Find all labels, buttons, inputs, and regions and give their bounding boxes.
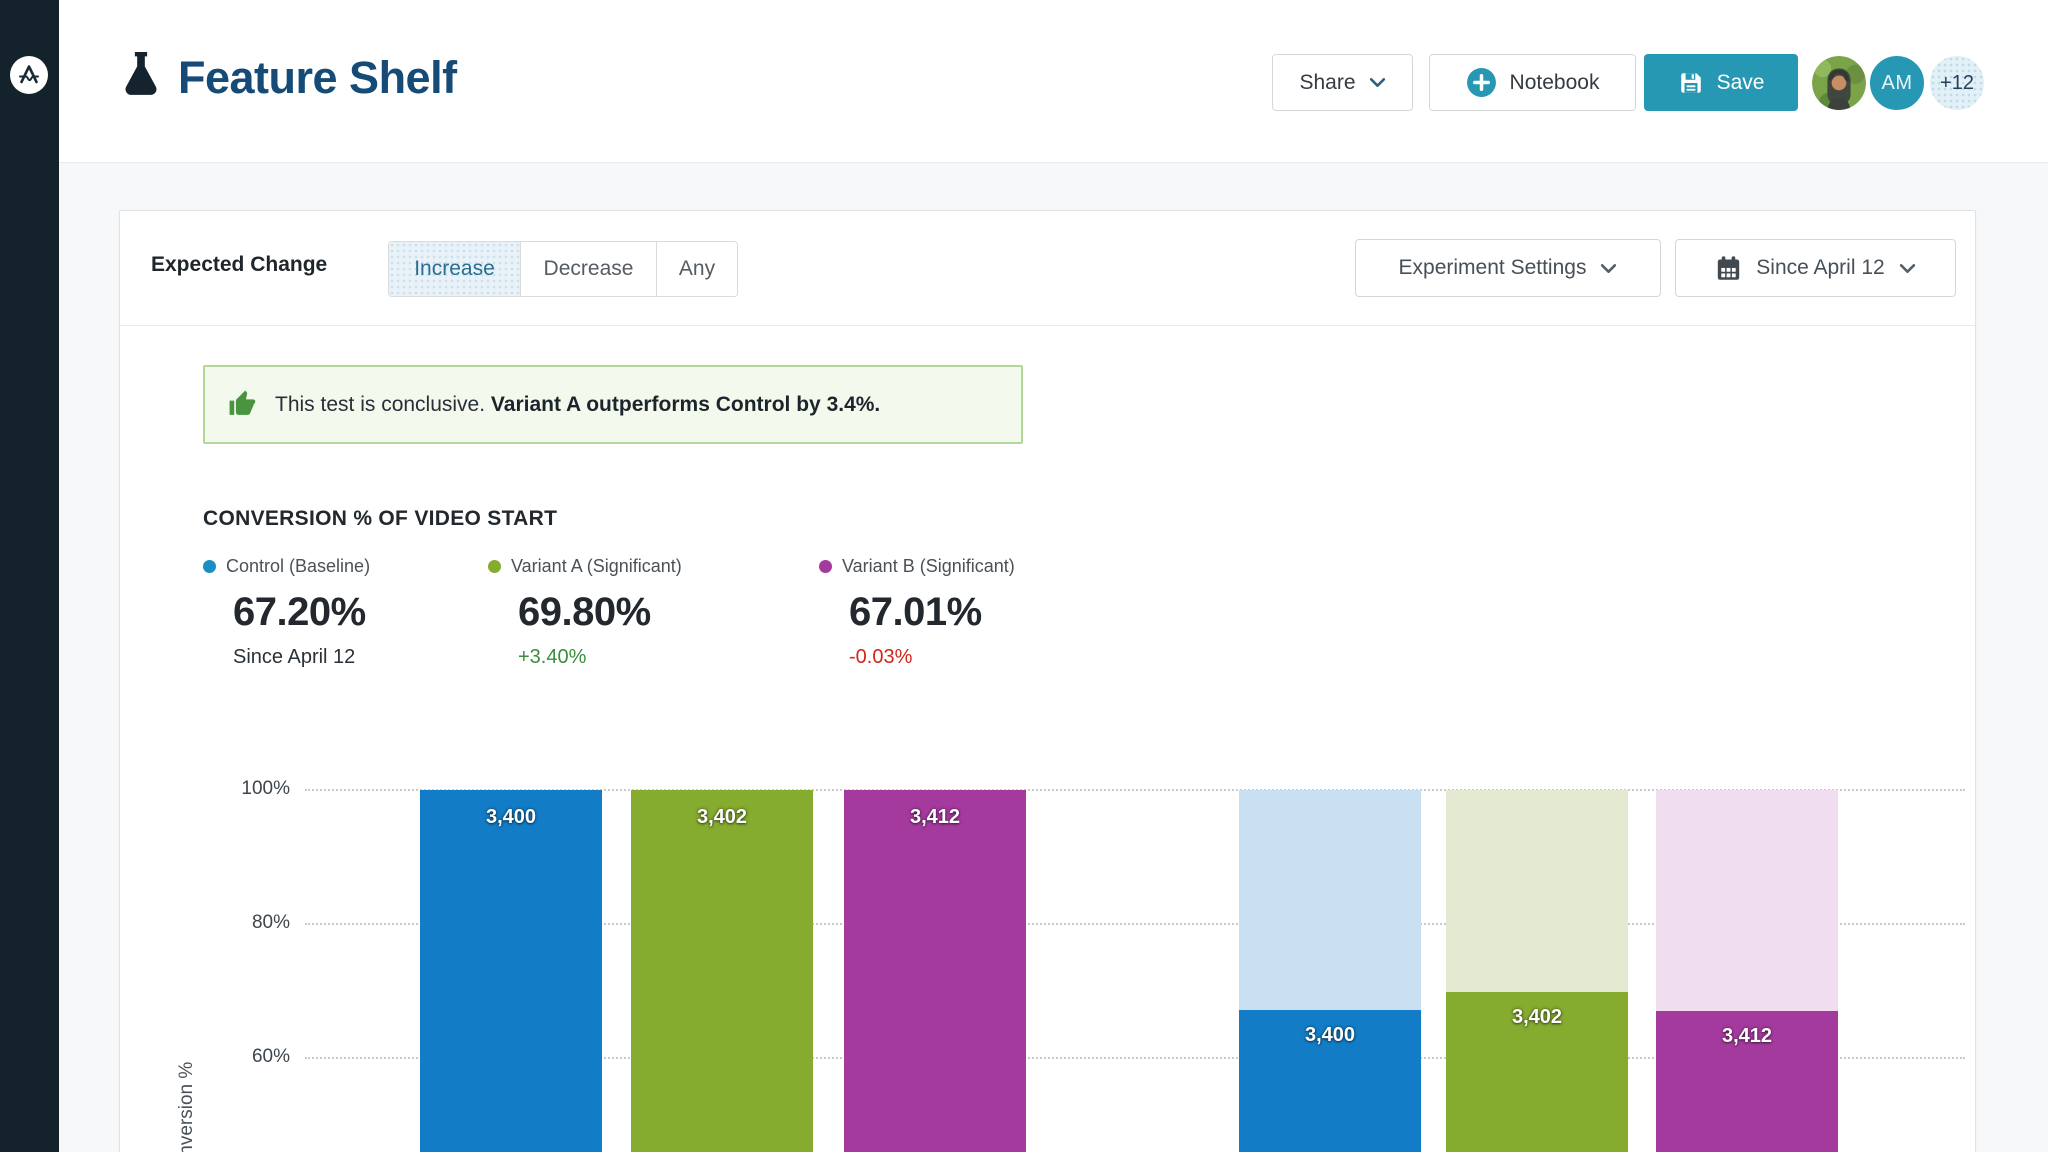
share-button[interactable]: Share — [1272, 54, 1413, 111]
bar-value-label: 3,400 — [420, 806, 602, 829]
user-avatar-initials[interactable]: AM — [1868, 54, 1926, 112]
plus-circle-icon — [1466, 67, 1497, 98]
notebook-button-label: Notebook — [1510, 71, 1600, 95]
chevron-down-icon — [1600, 263, 1617, 274]
bar-value-label: 3,412 — [844, 806, 1026, 829]
amplitude-logo-icon[interactable] — [9, 55, 49, 95]
sidebar — [0, 0, 59, 1152]
share-button-label: Share — [1299, 71, 1355, 95]
date-range-dropdown[interactable]: Since April 12 — [1675, 239, 1956, 297]
legend-item-control[interactable]: Control (Baseline) — [203, 556, 483, 577]
legend-dot-variant-b-icon — [819, 560, 832, 573]
stat-column-variant-a: Variant A (Significant) 69.80% +3.40% — [488, 556, 768, 669]
flask-icon — [118, 50, 164, 105]
legend-label: Variant B (Significant) — [842, 556, 1015, 577]
bar-conversion-variant-b[interactable]: 3,412 — [1656, 790, 1838, 1152]
bar-total-variant-a[interactable]: 3,402 — [631, 790, 813, 1152]
thumbs-up-icon — [227, 389, 258, 420]
legend-label: Control (Baseline) — [226, 556, 370, 577]
toggle-any[interactable]: Any — [657, 242, 737, 296]
bar-total-control[interactable]: 3,400 — [420, 790, 602, 1152]
expected-change-toggle-group: Increase Decrease Any — [388, 241, 738, 297]
bar-value-label: 3,412 — [1656, 1025, 1838, 1048]
toggle-decrease[interactable]: Decrease — [521, 242, 657, 296]
chevron-down-icon — [1899, 263, 1916, 274]
bar-conversion-variant-a[interactable]: 3,402 — [1446, 790, 1628, 1152]
banner-text: This test is conclusive. Variant A outpe… — [275, 393, 880, 417]
stat-column-control: Control (Baseline) 67.20% Since April 12 — [203, 556, 483, 669]
legend-item-variant-b[interactable]: Variant B (Significant) — [819, 556, 1099, 577]
stat-value-variant-a: 69.80% — [518, 590, 768, 635]
banner-text-bold: Variant A outperforms Control by 3.4%. — [491, 393, 880, 416]
bar-value-label: 3,400 — [1239, 1024, 1421, 1047]
stat-sub-control: Since April 12 — [233, 646, 483, 669]
bar-value-label: 3,402 — [1446, 1006, 1628, 1029]
calendar-icon — [1715, 255, 1742, 282]
legend-item-variant-a[interactable]: Variant A (Significant) — [488, 556, 768, 577]
top-header: Feature Shelf Share Notebook Save — [59, 0, 2048, 163]
legend-dot-variant-a-icon — [488, 560, 501, 573]
save-button-label: Save — [1717, 71, 1765, 95]
legend-dot-control-icon — [203, 560, 216, 573]
avatar-overflow-count[interactable]: +12 — [1928, 54, 1986, 112]
bar-value-label: 3,402 — [631, 806, 813, 829]
notebook-button[interactable]: Notebook — [1429, 54, 1636, 111]
chevron-down-icon — [1369, 77, 1386, 88]
bar-total-variant-b[interactable]: 3,412 — [844, 790, 1026, 1152]
experiment-settings-label: Experiment Settings — [1399, 256, 1587, 280]
experiment-settings-dropdown[interactable]: Experiment Settings — [1355, 239, 1661, 297]
avatar-count-label: +12 — [1940, 72, 1974, 95]
toggle-increase[interactable]: Increase — [389, 242, 521, 296]
legend-label: Variant A (Significant) — [511, 556, 682, 577]
save-button[interactable]: Save — [1644, 54, 1798, 111]
app-window: Feature Shelf Share Notebook Save — [0, 0, 2048, 1152]
bar-conversion-control[interactable]: 3,400 — [1239, 790, 1421, 1152]
stat-value-control: 67.20% — [233, 590, 483, 635]
avatar-initials-label: AM — [1882, 72, 1913, 95]
stat-sub-variant-b: -0.03% — [849, 646, 1099, 669]
save-floppy-icon — [1678, 70, 1704, 96]
chart-title: CONVERSION % OF VIDEO START — [203, 507, 557, 531]
date-range-label: Since April 12 — [1756, 256, 1884, 280]
page-title: Feature Shelf — [178, 52, 457, 104]
stat-sub-variant-a: +3.40% — [518, 646, 768, 669]
divider — [120, 325, 1975, 326]
stat-value-variant-b: 67.01% — [849, 590, 1099, 635]
stat-column-variant-b: Variant B (Significant) 67.01% -0.03% — [819, 556, 1099, 669]
conclusive-banner: This test is conclusive. Variant A outpe… — [203, 365, 1023, 444]
expected-change-label: Expected Change — [151, 253, 327, 277]
user-avatar-photo[interactable] — [1810, 54, 1868, 112]
